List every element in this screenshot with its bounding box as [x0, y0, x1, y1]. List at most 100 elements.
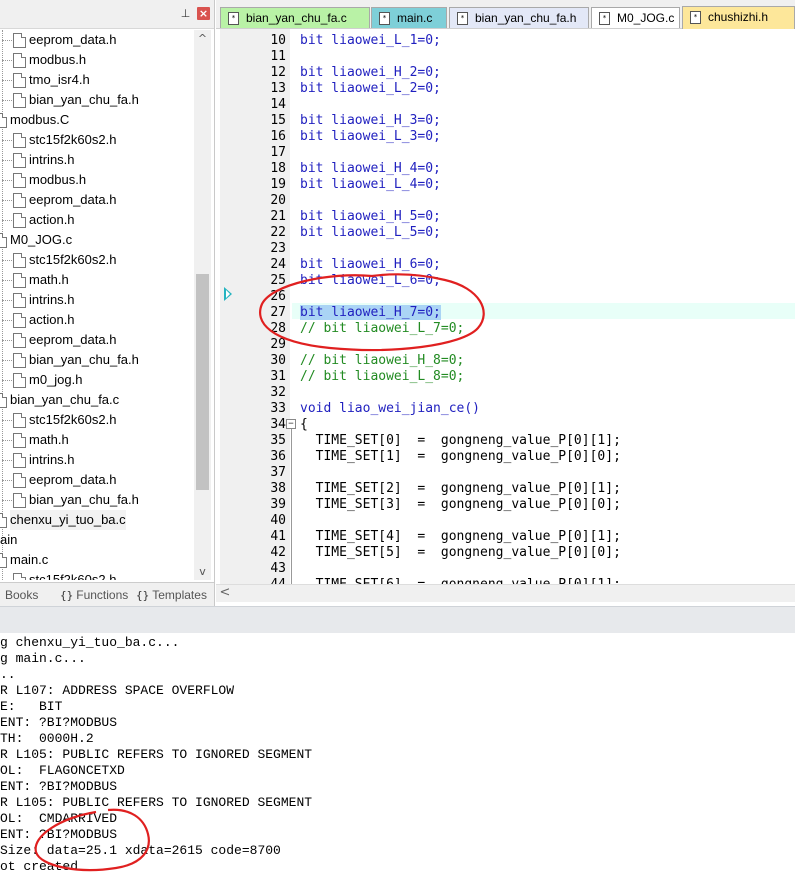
editor-tab[interactable]: * main.c [371, 7, 447, 28]
tree-item-label: intrins.h [29, 152, 75, 167]
line-number: 33 [270, 401, 286, 416]
tree-item-label: eeprom_data.h [29, 32, 117, 47]
chevron-up-icon[interactable]: ^ [194, 30, 211, 47]
output-line: OL: CMDARRIVED [0, 811, 118, 826]
code-comment-line[interactable]: // bit liaowei_L_8=0; [300, 369, 464, 385]
code-line[interactable]: void liao_wei_jian_ce() [300, 401, 480, 417]
code-line[interactable]: bit liaowei_H_7=0; [300, 305, 441, 321]
tree-file-item[interactable]: bian_yan_chu_fa.h [0, 350, 194, 370]
tree-file-item[interactable]: intrins.h [0, 290, 194, 310]
code-line[interactable]: bit liaowei_L_5=0; [300, 225, 441, 241]
tab-books-label: Books [5, 588, 39, 602]
code-line[interactable]: bit liaowei_L_1=0; [300, 33, 441, 49]
tree-source-item[interactable]: modbus.C [0, 110, 194, 130]
tree-file-item[interactable]: bian_yan_chu_fa.h [0, 90, 194, 110]
tree-source-item[interactable]: main.c [0, 550, 194, 570]
tree-connector [2, 100, 12, 101]
editor-tab[interactable]: * bian_yan_chu_fa.c [220, 7, 370, 28]
code-line[interactable]: bit liaowei_L_6=0; [300, 273, 441, 289]
tree-scrollbar[interactable]: ^ v [194, 30, 211, 580]
output-line: R L105: PUBLIC REFERS TO IGNORED SEGMENT [0, 795, 313, 810]
tree-file-item[interactable]: stc15f2k60s2.h [0, 130, 194, 150]
tree-item-label: math.h [29, 272, 69, 287]
file-icon [13, 453, 26, 468]
tab-books[interactable]: Books [2, 587, 38, 603]
line-number-gutter: 10 11 12 13 14 15 16 17 18 19 20 21 22 23 24 25 26 27 28 29… [220, 29, 290, 584]
tree-connector [2, 460, 12, 461]
tree-file-item[interactable]: math.h [0, 430, 194, 450]
code-line[interactable]: bit liaowei_L_2=0; [300, 81, 441, 97]
tree-scrollbar-thumb[interactable] [196, 274, 209, 490]
editor-tab[interactable]: * bian_yan_chu_fa.h [449, 7, 589, 28]
tree-source-item[interactable]: bian_yan_chu_fa.c [0, 390, 194, 410]
close-icon[interactable]: × [197, 7, 210, 20]
code-editor[interactable]: 10 11 12 13 14 15 16 17 18 19 20 21 22 23 24 25 26 27 28 29… [216, 29, 795, 584]
tree-item-label: modbus.C [10, 112, 70, 127]
file-icon [0, 553, 7, 568]
tree-file-item[interactable]: action.h [0, 210, 194, 230]
tree-file-item[interactable]: eeprom_data.h [0, 330, 194, 350]
tree-source-item[interactable]: M0_JOG.c [0, 230, 194, 250]
tree-item-label: math.h [29, 432, 69, 447]
collapse-icon[interactable]: − [286, 419, 296, 429]
tree-source-item[interactable]: ain [0, 530, 194, 550]
code-line[interactable]: bit liaowei_H_6=0; [300, 257, 441, 273]
file-icon [13, 313, 26, 328]
tree-file-item[interactable]: stc15f2k60s2.h [0, 250, 194, 270]
tree-connector [2, 200, 12, 201]
tree-connector [2, 420, 12, 421]
tab-functions[interactable]: {} Functions [60, 587, 128, 603]
code-comment-line[interactable]: // bit liaowei_H_8=0; [300, 353, 464, 369]
code-line[interactable]: TIME_SET[6] = gongneng_value_P[0][1]; [300, 577, 621, 584]
code-line[interactable]: bit liaowei_L_3=0; [300, 129, 441, 145]
line-number: 42 [270, 545, 286, 560]
code-line[interactable]: TIME_SET[3] = gongneng_value_P[0][0]; [300, 497, 621, 513]
code-line[interactable]: bit liaowei_L_4=0; [300, 177, 441, 193]
tree-source-item[interactable]: chenxu_yi_tuo_ba.c [0, 510, 194, 530]
code-line[interactable]: bit liaowei_H_4=0; [300, 161, 441, 177]
file-icon [13, 133, 26, 148]
tree-file-item[interactable]: math.h [0, 270, 194, 290]
tree-file-item[interactable]: eeprom_data.h [0, 30, 194, 50]
tree-file-item[interactable]: modbus.h [0, 170, 194, 190]
tree-file-item[interactable]: eeprom_data.h [0, 470, 194, 490]
tree-item-label: intrins.h [29, 292, 75, 307]
tree-file-item[interactable]: stc15f2k60s2.h [0, 570, 194, 580]
file-icon [13, 153, 26, 168]
code-comment-line[interactable]: // bit liaowei_L_7=0; [300, 321, 464, 337]
tab-templates[interactable]: {} Templates [136, 587, 207, 603]
line-number: 26 [270, 289, 286, 304]
panel-splitter[interactable] [0, 606, 795, 634]
code-line[interactable]: bit liaowei_H_5=0; [300, 209, 441, 225]
code-line[interactable]: TIME_SET[2] = gongneng_value_P[0][1]; [300, 481, 621, 497]
tree-connector [2, 220, 12, 221]
tree-item-label: bian_yan_chu_fa.h [29, 92, 139, 107]
code-line[interactable]: TIME_SET[5] = gongneng_value_P[0][0]; [300, 545, 621, 561]
code-line[interactable]: bit liaowei_H_2=0; [300, 65, 441, 81]
tree-file-item[interactable]: modbus.h [0, 50, 194, 70]
editor-tab[interactable]: * chushizhi.h [682, 6, 795, 29]
code-line[interactable]: bit liaowei_H_3=0; [300, 113, 441, 129]
selected-text[interactable]: bit liaowei_H_7=0; [300, 305, 441, 320]
tree-file-item[interactable]: intrins.h [0, 450, 194, 470]
pin-icon[interactable]: ⊥ [179, 7, 192, 20]
tree-file-item[interactable]: m0_jog.h [0, 370, 194, 390]
tree-file-item[interactable]: tmo_isr4.h [0, 70, 194, 90]
tree-file-item[interactable]: eeprom_data.h [0, 190, 194, 210]
tree-file-item[interactable]: intrins.h [0, 150, 194, 170]
code-line[interactable]: { [300, 417, 308, 433]
code-line[interactable]: TIME_SET[1] = gongneng_value_P[0][0]; [300, 449, 621, 465]
editor-horizontal-scrollbar[interactable]: < [216, 584, 795, 602]
tree-item-label: action.h [29, 312, 75, 327]
chevron-down-icon[interactable]: v [194, 563, 211, 580]
code-line[interactable]: TIME_SET[0] = gongneng_value_P[0][1]; [300, 433, 621, 449]
line-number: 36 [270, 449, 286, 464]
tree-file-item[interactable]: action.h [0, 310, 194, 330]
code-line[interactable]: TIME_SET[4] = gongneng_value_P[0][1]; [300, 529, 621, 545]
file-icon [13, 73, 26, 88]
tree-file-item[interactable]: bian_yan_chu_fa.h [0, 490, 194, 510]
file-icon [13, 193, 26, 208]
editor-tab[interactable]: * M0_JOG.c [591, 7, 680, 28]
tree-file-item[interactable]: stc15f2k60s2.h [0, 410, 194, 430]
chevron-left-icon[interactable]: < [218, 585, 232, 602]
